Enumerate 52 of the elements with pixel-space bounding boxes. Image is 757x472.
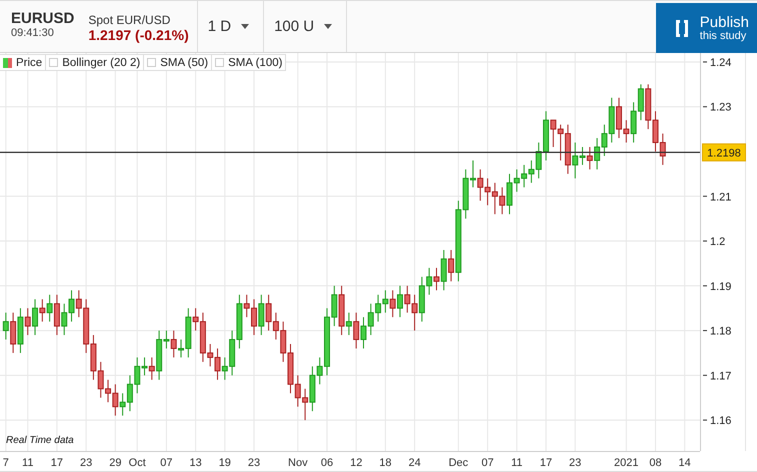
- x-axis-label: 19: [218, 457, 231, 469]
- bracket-icon: [676, 20, 688, 36]
- x-axis-label: 11: [511, 457, 522, 469]
- quote-time: 09:41:30: [11, 27, 55, 41]
- y-axis-label: 1.2: [710, 236, 726, 248]
- x-axis-label: Oct: [128, 457, 146, 469]
- data-source-note: Real Time data: [6, 435, 74, 446]
- y-axis-label: 1.18: [710, 326, 732, 338]
- caret-icon: [241, 24, 250, 29]
- y-axis-label: 1.21: [710, 191, 732, 204]
- dropdown-button[interactable]: 1 D: [198, 1, 264, 52]
- price-change: 1.2197 (-0.21%): [88, 27, 189, 43]
- dropdown-button[interactable]: 100 U: [264, 1, 348, 52]
- x-axis-label: 12: [350, 457, 362, 469]
- caret-icon: [324, 24, 332, 29]
- y-axis-label: 1.24: [710, 56, 732, 69]
- x-axis-label: 23: [80, 457, 92, 469]
- candle-swatch-icon: [3, 58, 12, 68]
- x-axis-label: 17: [540, 457, 552, 469]
- x-axis-label: 11: [22, 457, 34, 469]
- checkbox[interactable]: [215, 58, 224, 67]
- y-axis-label: 1.19: [710, 280, 732, 293]
- publish-button[interactable]: Publish this study: [656, 3, 757, 53]
- y-axis-label: 1.17: [710, 370, 732, 382]
- price-marker: 1.2198: [702, 143, 746, 162]
- x-axis-label: 24: [408, 457, 421, 469]
- x-axis-label: Nov: [288, 457, 308, 469]
- x-axis-label: 08: [649, 457, 662, 469]
- x-axis-label: 29: [109, 457, 122, 469]
- symbol-name: EURUSD: [11, 10, 74, 27]
- x-axis-label: 23: [248, 457, 260, 469]
- y-axis-label: 1.23: [710, 102, 732, 114]
- legend-item[interactable]: Bollinger (20 2): [46, 54, 144, 71]
- legend-item[interactable]: SMA (50): [144, 54, 212, 71]
- checkbox[interactable]: [49, 58, 58, 67]
- x-axis-label: 06: [320, 457, 334, 469]
- x-axis-label: 2021: [614, 457, 639, 469]
- x-axis-label: 23: [569, 457, 582, 469]
- legend-item[interactable]: Price: [0, 54, 46, 71]
- x-axis-label: 17: [50, 457, 64, 469]
- x-axis-label: 14: [678, 457, 691, 469]
- x-axis-label: 07: [481, 457, 494, 469]
- x-axis-label: 7: [2, 457, 9, 469]
- checkbox[interactable]: [147, 58, 156, 67]
- x-axis-label: 13: [190, 457, 202, 469]
- ref-line-label: 1.2198: [707, 147, 741, 160]
- instrument-name: Spot EUR/USD: [88, 13, 172, 27]
- y-axis-label: 1.16: [710, 415, 732, 428]
- x-axis-label: 07: [160, 457, 173, 469]
- x-axis-label: Dec: [448, 457, 468, 469]
- legend-item[interactable]: SMA (100): [212, 54, 286, 71]
- x-axis-label: 18: [379, 457, 392, 469]
